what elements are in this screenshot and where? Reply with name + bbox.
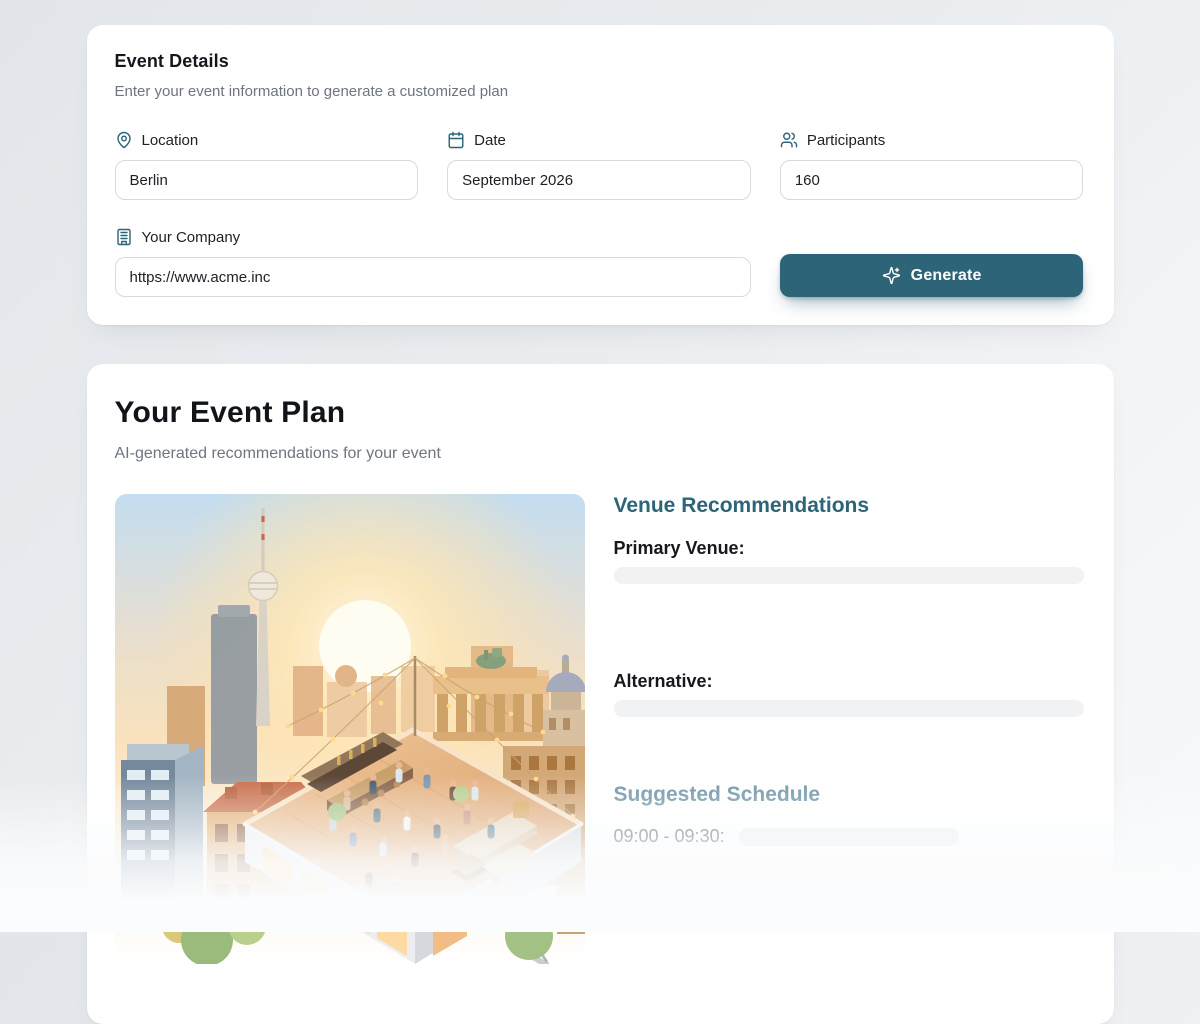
schedule-slot-row: 09:00 - 09:30: [614, 826, 1084, 847]
event-plan-title: Your Event Plan [115, 396, 1084, 430]
recommendations-column: Venue Recommendations Primary Venue: Alt… [614, 494, 1084, 964]
event-plan-subtitle: AI-generated recommendations for your ev… [115, 445, 1084, 463]
rooftop-illustration [115, 494, 585, 964]
schedule-slot-skeleton [739, 828, 959, 846]
event-details-title: Event Details [115, 51, 1084, 72]
participants-input[interactable] [780, 160, 1084, 200]
participants-field-group: Participants [780, 131, 1084, 200]
plan-content: Venue Recommendations Primary Venue: Alt… [115, 494, 1084, 964]
location-label: Location [142, 132, 199, 149]
event-details-card: Event Details Enter your event informati… [87, 25, 1114, 325]
map-pin-icon [115, 131, 133, 149]
event-plan-card: Your Event Plan AI-generated recommendat… [87, 364, 1114, 1024]
location-input[interactable] [115, 160, 419, 200]
location-field-group: Location [115, 131, 419, 200]
company-label: Your Company [142, 229, 241, 246]
company-field-group: Your Company [115, 228, 751, 297]
date-input[interactable] [447, 160, 751, 200]
alternative-venue-skeleton [614, 700, 1084, 717]
company-input[interactable] [115, 257, 751, 297]
event-details-subtitle: Enter your event information to generate… [115, 83, 1084, 100]
date-field-group: Date [447, 131, 751, 200]
date-label-row: Date [447, 131, 751, 149]
suggested-schedule-heading: Suggested Schedule [614, 783, 1084, 807]
generate-button-label: Generate [911, 267, 982, 285]
primary-venue-skeleton [614, 567, 1084, 584]
calendar-icon [447, 131, 465, 149]
sparkles-icon [882, 266, 901, 285]
event-form: Location Date Participants Your Company [115, 131, 1084, 297]
date-label: Date [474, 132, 506, 149]
generate-cell: Generate [780, 228, 1084, 297]
location-label-row: Location [115, 131, 419, 149]
participants-label: Participants [807, 132, 885, 149]
generate-button[interactable]: Generate [780, 254, 1084, 297]
building-icon [115, 228, 133, 246]
alternative-venue-label: Alternative: [614, 671, 1084, 692]
users-icon [780, 131, 798, 149]
schedule-slot-time: 09:00 - 09:30: [614, 826, 725, 847]
primary-venue-label: Primary Venue: [614, 538, 1084, 559]
participants-label-row: Participants [780, 131, 1084, 149]
company-label-row: Your Company [115, 228, 751, 246]
venue-recommendations-heading: Venue Recommendations [614, 494, 1084, 518]
